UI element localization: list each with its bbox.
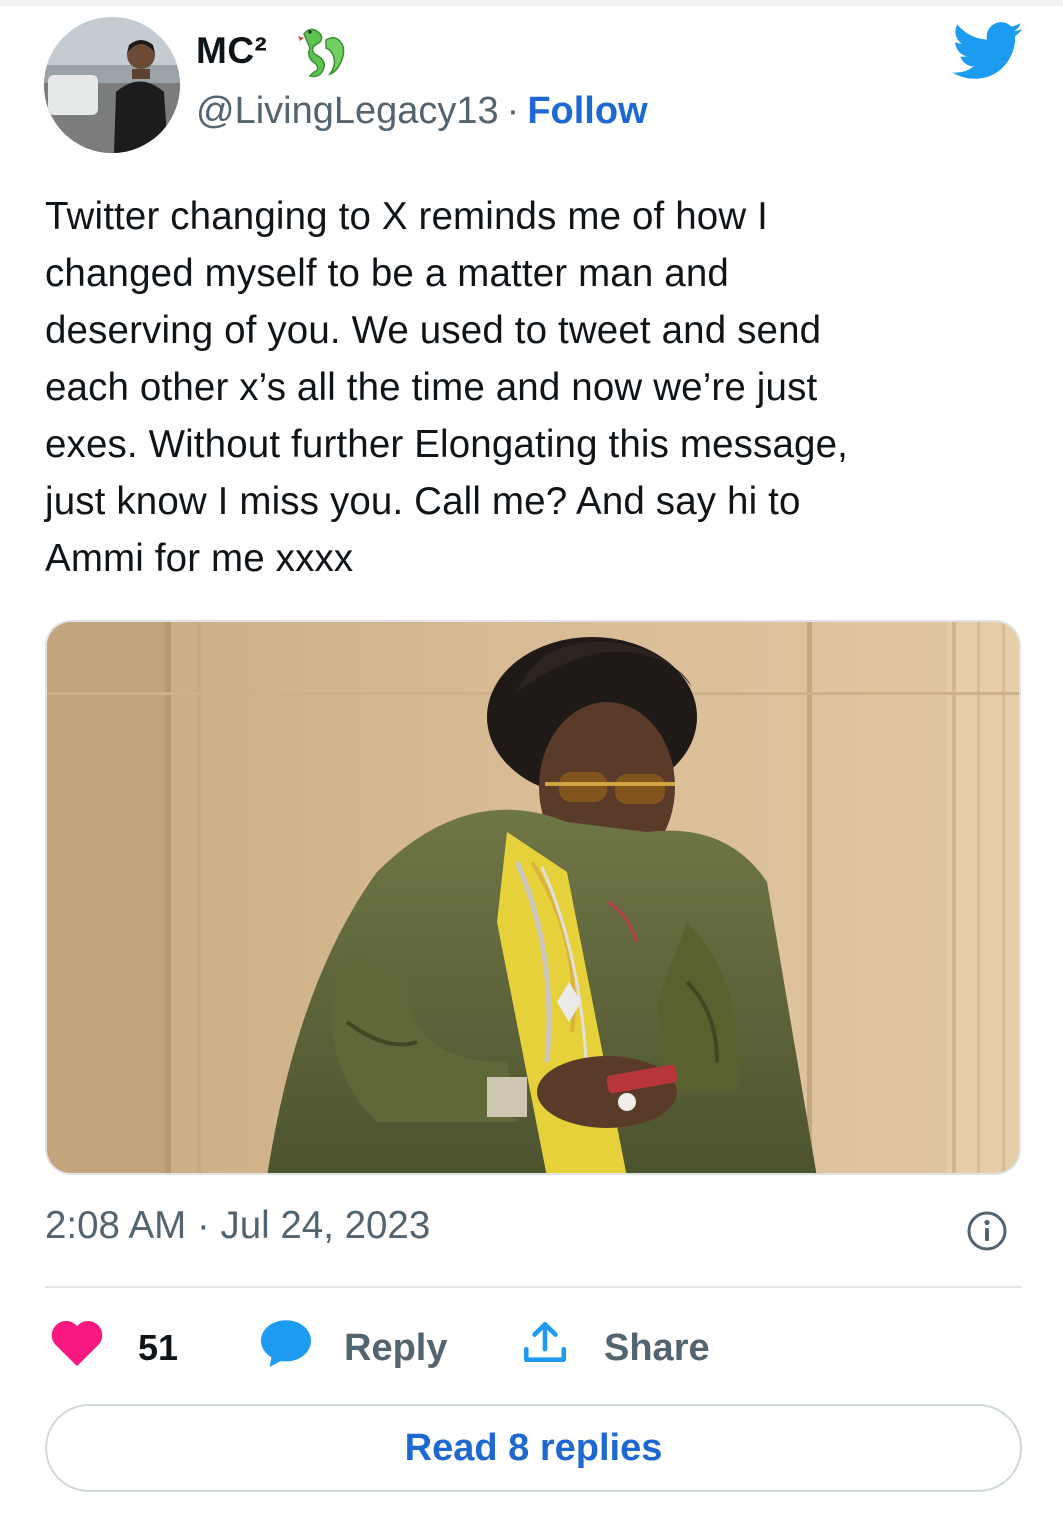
- tweet-card: MC² @LivingLegacy13 · Follow Twitter chang…: [0, 0, 1063, 1531]
- share-upload-icon: [520, 1318, 570, 1378]
- separator: ·: [506, 90, 520, 132]
- dragon-icon: [290, 24, 350, 80]
- reply-bubble-icon: [258, 1318, 314, 1378]
- twitter-bird-icon[interactable]: [952, 22, 1024, 80]
- display-name[interactable]: MC²: [196, 30, 267, 72]
- handle-row: @LivingLegacy13 · Follow: [196, 90, 648, 133]
- read-replies-button[interactable]: Read 8 replies: [45, 1404, 1022, 1492]
- reply-label: Reply: [344, 1326, 448, 1369]
- info-icon[interactable]: [966, 1210, 1008, 1252]
- author-handle[interactable]: @LivingLegacy13: [196, 90, 499, 132]
- divider: [45, 1286, 1022, 1288]
- follow-link[interactable]: Follow: [527, 90, 647, 132]
- share-label: Share: [604, 1326, 710, 1369]
- heart-icon: [50, 1319, 104, 1377]
- timestamp[interactable]: 2:08 AM · Jul 24, 2023: [45, 1204, 430, 1248]
- tweet-text: Twitter changing to X reminds me of how …: [45, 195, 848, 580]
- tweet-photo[interactable]: [45, 620, 1021, 1175]
- share-button[interactable]: Share: [520, 1318, 710, 1378]
- avatar[interactable]: [44, 17, 180, 153]
- like-count: 51: [138, 1327, 179, 1368]
- top-rule: [0, 0, 1063, 6]
- like-button[interactable]: 51: [50, 1318, 178, 1378]
- reply-button[interactable]: Reply: [258, 1318, 447, 1378]
